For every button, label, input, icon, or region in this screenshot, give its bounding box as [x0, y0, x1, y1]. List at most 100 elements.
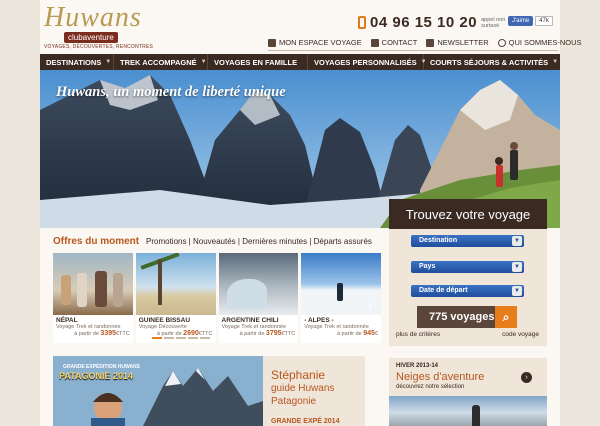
offer-card[interactable]: GUINEE BISSAU Voyage Découverte à partir… [135, 253, 216, 343]
brand-badge: clubaventure [64, 32, 118, 43]
carousel-dot[interactable] [164, 337, 174, 339]
offer-title: NÉPAL [56, 317, 78, 324]
offer-price-value: 3395 [100, 330, 116, 337]
country-select[interactable]: Pays ▼ [411, 261, 524, 273]
top-links: MON ESPACE VOYAGE CONTACT NEWSLETTER QUI… [268, 38, 582, 47]
header-divider [268, 50, 558, 51]
toplink-qui-sommes-nous[interactable]: QUI SOMMES-NOUS [497, 38, 582, 47]
date-select[interactable]: Date de départ ▼ [411, 285, 524, 297]
winter-person-figure [472, 405, 480, 426]
guide-promo-footer: GRANDE EXPÉ 2014 [271, 418, 340, 425]
carousel-dot[interactable] [188, 337, 198, 339]
chevron-down-icon: ▼ [512, 262, 522, 272]
more-criteria-link[interactable]: plus de critères [396, 331, 440, 338]
winter-promo[interactable]: HIVER 2013-14 Neiges d'aventure découvre… [389, 358, 547, 426]
toplink-label: MON ESPACE VOYAGE [279, 38, 362, 47]
nav-label: VOYAGES EN FAMILLE [214, 57, 298, 67]
toplink-label: NEWSLETTER [437, 38, 489, 47]
guide-name: Stéphanie [271, 368, 326, 382]
offer-price-unit: € [374, 331, 378, 337]
search-icon[interactable]: ⌕ [495, 306, 517, 328]
chevron-down-icon: ▼ [200, 59, 207, 65]
destination-select-value: Destination [419, 237, 458, 244]
chevron-down-icon: ▼ [512, 286, 522, 296]
newsletter-icon [426, 38, 435, 47]
user-icon [268, 38, 276, 47]
offer-price: à partir de 3795€TTC [219, 330, 299, 337]
toplink-espace-voyage[interactable]: MON ESPACE VOYAGE [268, 38, 362, 47]
carousel-dot[interactable] [176, 337, 186, 339]
nav-courts-sejours[interactable]: COURTS SÉJOURS & ACTIVITÉS ▼ [424, 54, 560, 70]
offer-title: - ALPES - [304, 317, 334, 324]
page: Huwans clubaventure VOYAGES, DÉCOUVERTES… [0, 0, 600, 426]
nav-label: VOYAGES PERSONNALISÉS [314, 57, 417, 67]
phone-number[interactable]: 04 96 15 10 20 [370, 14, 477, 31]
date-select-value: Date de départ [419, 287, 468, 294]
offer-price-unit: €TTC [116, 331, 130, 337]
offer-price-unit: €TTC [281, 331, 296, 337]
question-icon [497, 38, 506, 47]
toplink-label: QUI SOMMES-NOUS [508, 38, 582, 47]
winter-image [389, 396, 547, 426]
offer-card[interactable]: NÉPAL Voyage Trek et randonnée à partir … [53, 253, 133, 343]
chevron-down-icon: ▼ [512, 236, 522, 246]
hero-caption: Huwans, un moment de liberté unique [56, 84, 286, 100]
search-results-button[interactable]: 775 voyages ⌕ [417, 306, 517, 328]
facebook-like-button[interactable]: J'aime [508, 16, 534, 26]
chevron-right-icon[interactable]: › [521, 372, 532, 383]
envelope-icon [370, 38, 379, 47]
nav-label: COURTS SÉJOURS & ACTIVITÉS [430, 57, 549, 67]
offer-card[interactable]: ARGENTINE CHILI Voyage Trek et randonnée… [218, 253, 299, 343]
offer-title: GUINEE BISSAU [138, 317, 191, 324]
promo-label-top: GRANDE EXPÉDITION HUWANS [63, 364, 140, 370]
nav-destinations[interactable]: DESTINATIONS ▼ [40, 54, 114, 70]
carousel-dot[interactable] [200, 337, 210, 339]
winter-title: Neiges d'aventure [396, 371, 485, 383]
offer-price-value: 945 [363, 330, 375, 337]
winter-subtitle: découvrez notre sélection [396, 384, 465, 390]
carousel-next-icon[interactable]: › [368, 296, 373, 312]
phone-icon [358, 16, 366, 29]
offer-price-prefix: à partir de [74, 331, 99, 337]
offer-image [218, 253, 299, 315]
trip-search-panel: Trouvez votre voyage Destination ▼ Pays … [389, 199, 547, 346]
main-nav: DESTINATIONS ▼ TREK ACCOMPAGNÉ ▼ VOYAGES E… [40, 54, 560, 70]
offer-price: à partir de 945€ [301, 330, 381, 337]
guide-promo[interactable]: Stéphanie guide Huwans Patagonie GRANDE … [263, 356, 365, 426]
offers-tabs[interactable]: Promotions | Nouveautés | Dernières minu… [146, 237, 372, 246]
offer-image [53, 253, 133, 315]
country-select-value: Pays [419, 263, 436, 270]
phone-block: 04 96 15 10 20 appel non surtaxé [358, 14, 517, 31]
nav-label: TREK ACCOMPAGNÉ [120, 57, 197, 67]
search-title: Trouvez votre voyage [389, 199, 547, 229]
toplink-contact[interactable]: CONTACT [370, 38, 418, 47]
offer-price-prefix: à partir de [336, 331, 362, 337]
carousel-dot[interactable] [152, 337, 162, 339]
nav-trek-accompagne[interactable]: TREK ACCOMPAGNÉ ▼ [114, 54, 208, 70]
patagonie-promo-image[interactable]: GRANDE EXPÉDITION HUWANS PATAGONIE 2014 [53, 356, 263, 426]
toplink-label: CONTACT [381, 38, 418, 47]
chevron-down-icon: ▼ [552, 59, 559, 65]
carousel-dots[interactable] [152, 337, 210, 339]
results-count: 775 voyages [429, 311, 495, 323]
offers-title: Offres du moment [53, 236, 140, 247]
nav-label: DESTINATIONS [46, 57, 102, 67]
facebook-like-count: 47k [535, 16, 553, 26]
offer-image [135, 253, 216, 315]
guide-title: guide Huwans [271, 383, 335, 394]
offer-price-value: 3795 [265, 330, 282, 337]
toplink-newsletter[interactable]: NEWSLETTER [426, 38, 489, 47]
brand-name: Huwans [44, 2, 142, 33]
trip-code-link[interactable]: code voyage [502, 331, 539, 338]
offer-price-prefix: à partir de [239, 331, 265, 337]
offers-carousel: NÉPAL Voyage Trek et randonnée à partir … [53, 253, 381, 343]
winter-eyebrow: HIVER 2013-14 [396, 363, 439, 369]
nav-voyages-famille[interactable]: VOYAGES EN FAMILLE [208, 54, 308, 70]
promo-label-main: PATAGONIE 2014 [59, 371, 134, 381]
chevron-down-icon: ▼ [105, 59, 112, 65]
nav-voyages-personnalises[interactable]: VOYAGES PERSONNALISÉS ▼ [308, 54, 427, 70]
destination-select[interactable]: Destination ▼ [411, 235, 524, 247]
offer-price: à partir de 2690€TTC [136, 330, 216, 337]
brand-logo[interactable]: Huwans clubaventure VOYAGES, DÉCOUVERTES… [44, 2, 153, 51]
guide-region: Patagonie [271, 396, 317, 407]
